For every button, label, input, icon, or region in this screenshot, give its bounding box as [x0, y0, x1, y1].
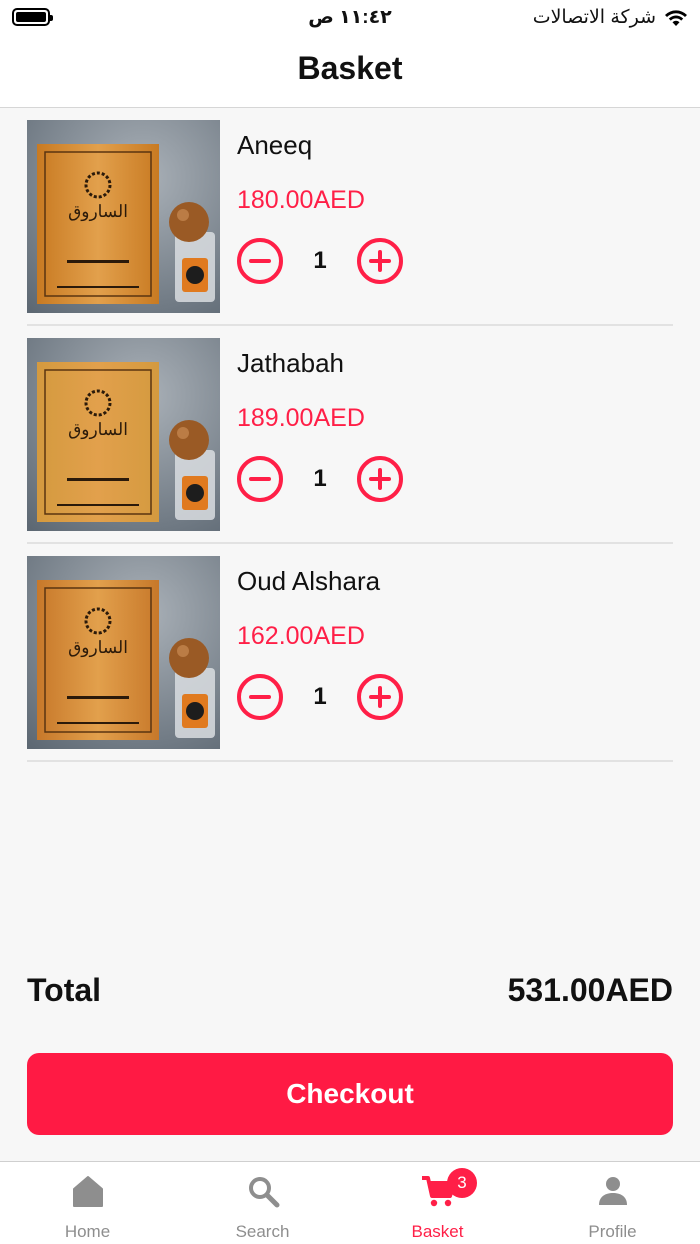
product-price: 189.00AED: [237, 404, 365, 432]
status-bar: ١١:٤٢ ص شركة الاتصالات: [0, 0, 700, 36]
person-icon: [598, 1177, 627, 1205]
increase-quantity-button[interactable]: [357, 238, 403, 284]
increase-quantity-button[interactable]: [357, 674, 403, 720]
total-value: 531.00AED: [507, 972, 673, 1008]
svg-text:الساروق: الساروق: [68, 420, 128, 440]
product-price: 180.00AED: [237, 186, 365, 214]
svg-text:الساروق: الساروق: [68, 638, 128, 658]
tab-basket[interactable]: 3 Basket: [350, 1162, 525, 1244]
plus-icon-vertical: [378, 468, 382, 490]
product-thumbnail[interactable]: الساروق: [27, 556, 220, 749]
basket-item: الساروق Oud Alshara 162.00AED 1: [27, 544, 673, 762]
quantity-value: 1: [313, 683, 327, 710]
page-title: Basket: [297, 50, 403, 86]
quantity-value: 1: [313, 465, 327, 492]
tab-search[interactable]: Search: [175, 1162, 350, 1244]
product-thumbnail[interactable]: الساروق: [27, 338, 220, 531]
wifi-icon: [665, 9, 687, 26]
basket-item: الساروق Jathabah 189.00AED 1: [27, 326, 673, 544]
total-label: Total: [27, 972, 102, 1008]
tab-home-label: Home: [64, 1222, 111, 1241]
product-image: الساروق: [27, 556, 220, 749]
tab-search-label: Search: [235, 1222, 290, 1241]
minus-icon: [249, 477, 271, 481]
search-icon: [248, 1177, 279, 1208]
tab-home[interactable]: Home: [0, 1162, 175, 1244]
tab-basket-label: Basket: [411, 1222, 464, 1241]
quantity-stepper: 1: [237, 238, 407, 284]
basket-item: الساروق Aneeq 180.00AED 1: [27, 108, 673, 326]
cart-count-badge: 3: [447, 1168, 477, 1198]
product-price: 162.00AED: [237, 622, 365, 650]
quantity-stepper: 1: [237, 456, 407, 502]
decrease-quantity-button[interactable]: [237, 674, 283, 720]
tab-bar: Home Search 3 Basket Profile: [0, 1161, 700, 1244]
tab-profile[interactable]: Profile: [525, 1162, 700, 1244]
minus-icon: [249, 695, 271, 699]
decrease-quantity-button[interactable]: [237, 456, 283, 502]
plus-icon-vertical: [378, 686, 382, 708]
product-name: Jathabah: [237, 348, 344, 378]
checkout-button[interactable]: Checkout: [27, 1053, 673, 1135]
increase-quantity-button[interactable]: [357, 456, 403, 502]
quantity-value: 1: [313, 247, 327, 274]
product-thumbnail[interactable]: الساروق: [27, 120, 220, 313]
tab-profile-label: Profile: [588, 1222, 637, 1241]
status-right: شركة الاتصالات: [533, 6, 688, 29]
header: Basket: [0, 36, 700, 108]
decrease-quantity-button[interactable]: [237, 238, 283, 284]
product-name: Aneeq: [237, 130, 313, 160]
product-image: الساروق: [27, 120, 220, 313]
home-icon: [72, 1176, 103, 1207]
carrier-name: شركة الاتصالات: [532, 7, 656, 28]
product-image: الساروق: [27, 338, 220, 531]
svg-text:الساروق: الساروق: [68, 202, 128, 222]
minus-icon: [249, 259, 271, 263]
plus-icon-vertical: [378, 250, 382, 272]
quantity-stepper: 1: [237, 674, 407, 720]
product-name: Oud Alshara: [237, 566, 381, 596]
